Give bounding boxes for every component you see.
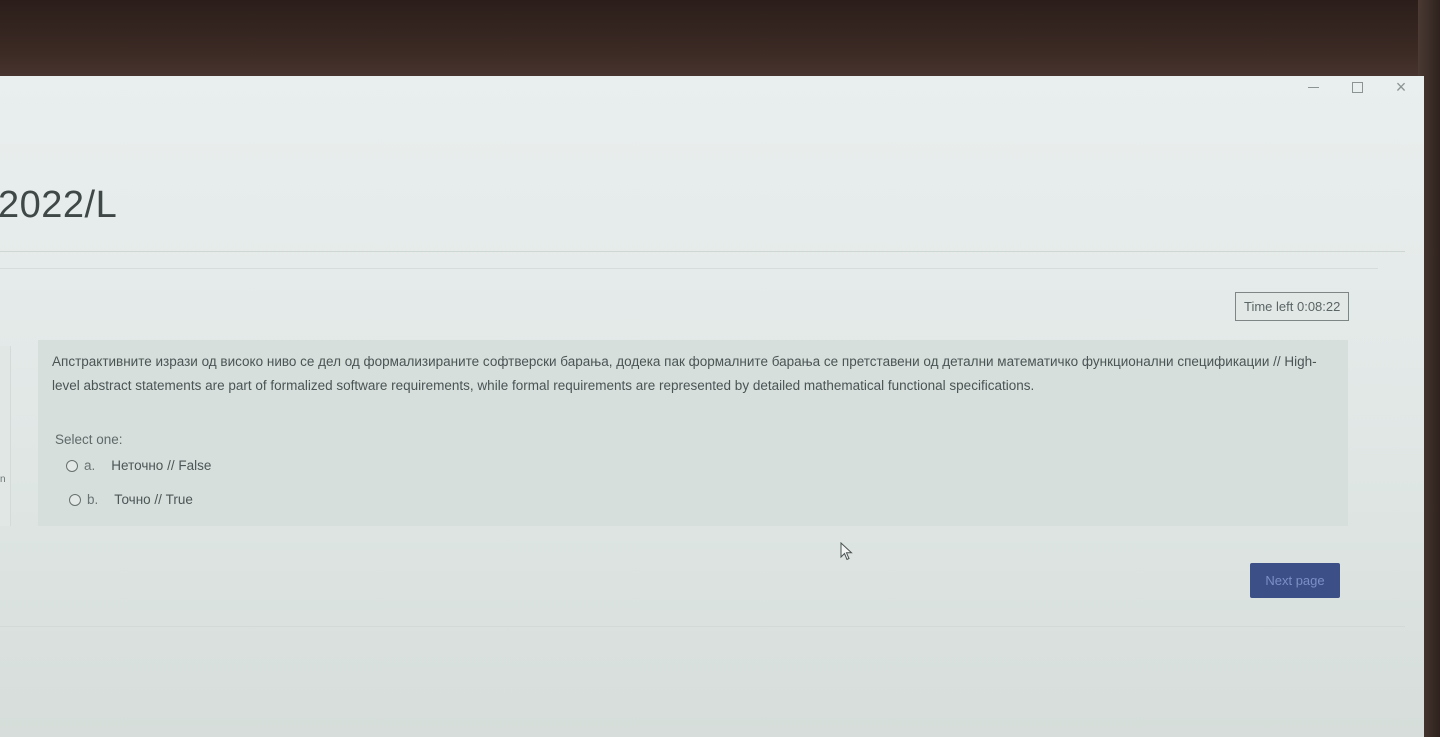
course-title: 2022/L <box>0 184 118 226</box>
browser-window: × 2022/L Time left 0:08:22 n Апстрактивн… <box>0 76 1424 737</box>
option-letter-b: b. <box>87 492 99 507</box>
minimize-icon[interactable] <box>1304 78 1322 96</box>
header-divider <box>0 251 1405 252</box>
close-icon[interactable]: × <box>1392 78 1410 96</box>
monitor-bezel-top <box>0 0 1440 80</box>
answer-option-a[interactable]: a. Неточно // False <box>66 458 211 473</box>
radio-a[interactable] <box>66 459 78 472</box>
window-controls: × <box>1304 78 1410 96</box>
mouse-pointer-icon <box>840 542 853 561</box>
question-text: Апстрактивните изрази од високо ниво се … <box>52 354 1317 393</box>
radio-b[interactable] <box>69 493 81 506</box>
side-letter: n <box>0 474 6 485</box>
side-navigation-tab[interactable] <box>0 346 11 526</box>
maximize-icon[interactable] <box>1348 78 1366 96</box>
answer-option-b[interactable]: b. Точно // True <box>69 492 193 507</box>
option-label-b: Точно // True <box>114 492 193 507</box>
question-box: Апстрактивните изрази од високо ниво се … <box>38 340 1348 526</box>
select-one-prompt: Select one: <box>55 432 123 447</box>
footer-divider <box>0 626 1405 627</box>
option-label-a: Неточно // False <box>111 458 212 473</box>
time-left-badge: Time left 0:08:22 <box>1235 292 1350 321</box>
option-letter-a: a. <box>84 458 96 473</box>
next-page-button[interactable]: Next page <box>1250 563 1340 598</box>
